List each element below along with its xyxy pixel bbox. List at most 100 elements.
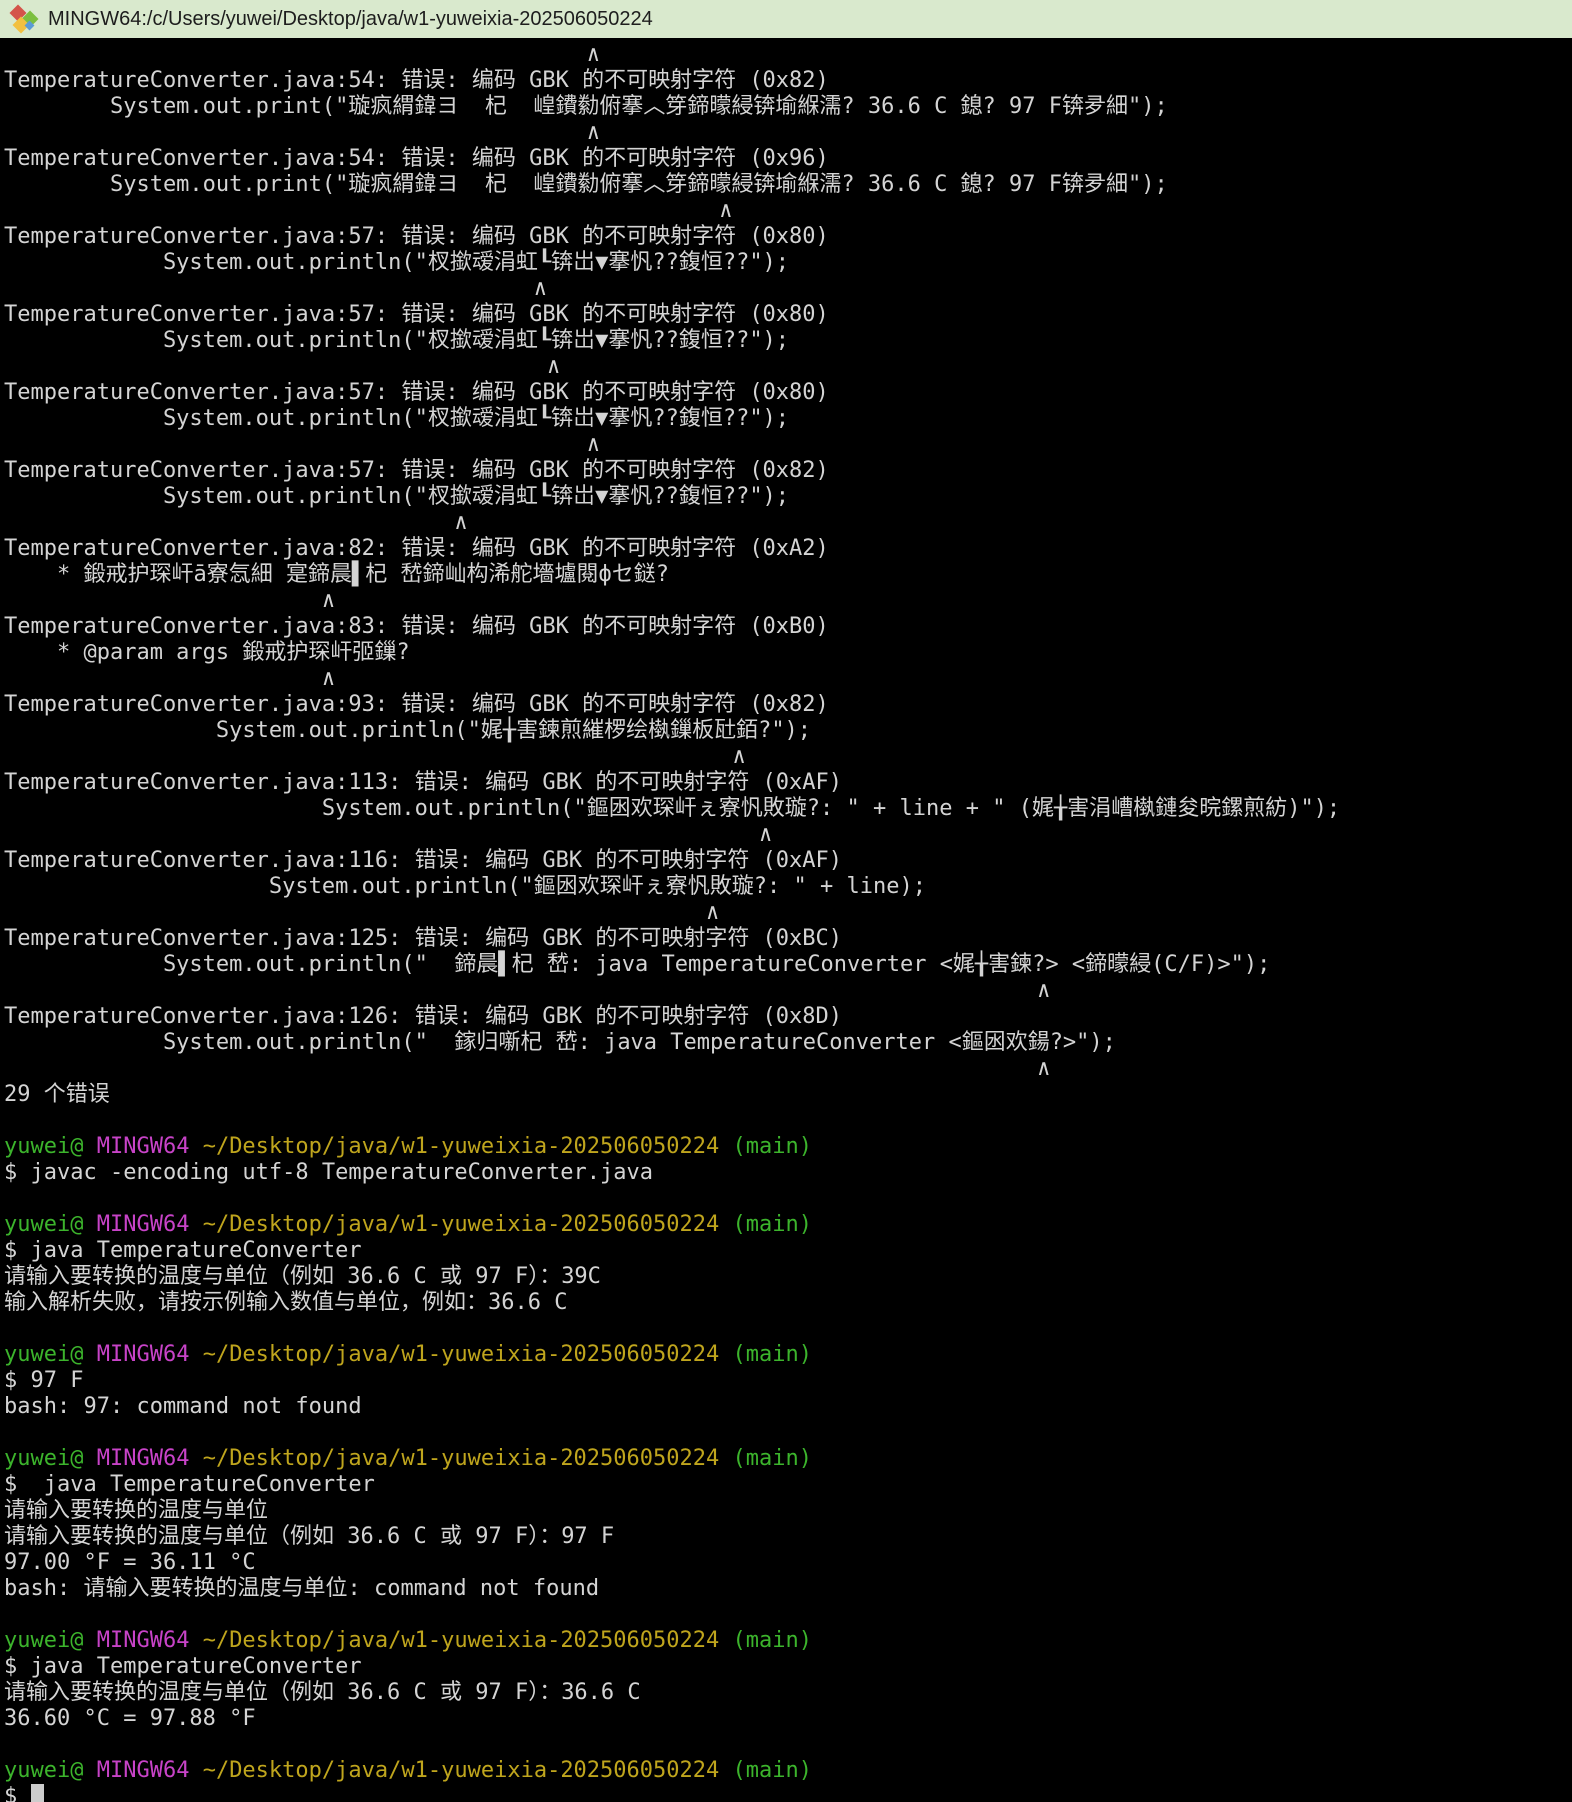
terminal-line: TemperatureConverter.java:125: 错误: 编码 GB… bbox=[4, 926, 1570, 952]
terminal-line: System.out.println("鏂囦欢琛屽ぇ寮忛敗璇?: " + lin… bbox=[4, 796, 1570, 822]
terminal-line: $ java TemperatureConverter bbox=[4, 1238, 1570, 1264]
terminal-text: (main) bbox=[719, 1446, 812, 1471]
terminal-line: TemperatureConverter.java:54: 错误: 编码 GBK… bbox=[4, 68, 1570, 94]
terminal-text: TemperatureConverter.java:126: 错误: 编码 GB… bbox=[4, 1004, 842, 1029]
terminal-text: 请输入要转换的温度与单位（例如 36.6 C 或 97 F）：39C bbox=[4, 1264, 601, 1289]
terminal-text: System.out.println("娓╁害鍊煎繀椤绘槸鏁板瓧銆?"); bbox=[4, 718, 811, 743]
terminal-line: * 鍛戒护琛屽ā寮忥細 寔鍗晨▌杞 嵆鍗屾构浠舵墻壚閱фセ鎹? bbox=[4, 562, 1570, 588]
terminal-line bbox=[4, 1316, 1570, 1342]
terminal-text: ∧ bbox=[4, 822, 772, 847]
terminal-line: ∧ bbox=[4, 198, 1570, 224]
terminal-line: ∧ bbox=[4, 978, 1570, 1004]
title-bar[interactable]: MINGW64:/c/Users/yuwei/Desktop/java/w1-y… bbox=[0, 0, 1572, 38]
terminal-text: System.out.println(" 鎵归噺杞 嵆: java Temper… bbox=[4, 1030, 1116, 1055]
terminal-output[interactable]: ∧TemperatureConverter.java:54: 错误: 编码 GB… bbox=[0, 38, 1572, 1802]
terminal-text: ∧ bbox=[4, 276, 547, 301]
terminal-line: System.out.print("璇疯緭鍏ヨ 杞 崲鐨勬俯搴︿笌鍗曚綅锛堬緥濡… bbox=[4, 172, 1570, 198]
terminal-text: TemperatureConverter.java:57: 错误: 编码 GBK… bbox=[4, 302, 829, 327]
terminal-line: $ java TemperatureConverter bbox=[4, 1654, 1570, 1680]
terminal-text: System.out.println("鏂囦欢琛屽ぇ寮忛敗璇?: " + lin… bbox=[4, 874, 926, 899]
terminal-line: ∧ bbox=[4, 42, 1570, 68]
terminal-text: TemperatureConverter.java:57: 错误: 编码 GBK… bbox=[4, 458, 829, 483]
terminal-line: TemperatureConverter.java:126: 错误: 编码 GB… bbox=[4, 1004, 1570, 1030]
terminal-line: TemperatureConverter.java:57: 错误: 编码 GBK… bbox=[4, 458, 1570, 484]
terminal-text: yuwei@ bbox=[4, 1134, 83, 1159]
terminal-line: ∧ bbox=[4, 354, 1570, 380]
terminal-line: ∧ bbox=[4, 822, 1570, 848]
terminal-line: * @param args 鍛戒护琛屽弬鏁? bbox=[4, 640, 1570, 666]
terminal-line: $ java TemperatureConverter bbox=[4, 1472, 1570, 1498]
terminal-text: System.out.print("璇疯緭鍏ヨ 杞 崲鐨勬俯搴︿笌鍗曚綅锛堬緥濡… bbox=[4, 94, 1168, 119]
terminal-line: ∧ bbox=[4, 432, 1570, 458]
terminal-line: TemperatureConverter.java:57: 错误: 编码 GBK… bbox=[4, 224, 1570, 250]
terminal-text: ~/Desktop/java/w1-yuweixia-202506050224 bbox=[189, 1134, 719, 1159]
terminal-line: System.out.println(" 鎵归噺杞 嵆: java Temper… bbox=[4, 1030, 1570, 1056]
terminal-line: 请输入要转换的温度与单位（例如 36.6 C 或 97 F）：36.6 C bbox=[4, 1680, 1570, 1706]
terminal-text: ∧ bbox=[4, 744, 746, 769]
terminal-line: ∧ bbox=[4, 1056, 1570, 1082]
terminal-text: MINGW64 bbox=[83, 1446, 189, 1471]
terminal-text: ~/Desktop/java/w1-yuweixia-202506050224 bbox=[189, 1212, 719, 1237]
terminal-text: ∧ bbox=[4, 510, 468, 535]
terminal-text: 输入解析失败，请按示例输入数值与单位，例如：36.6 C bbox=[4, 1290, 567, 1315]
terminal-line bbox=[4, 1420, 1570, 1446]
terminal-window: MINGW64:/c/Users/yuwei/Desktop/java/w1-y… bbox=[0, 0, 1572, 1802]
terminal-text: System.out.println(" 鍗晨▌杞 嵆: java Temper… bbox=[4, 952, 1270, 977]
terminal-line: System.out.println("杈撳叆涓虹┖锛岀▼搴忛??鍑恒??"); bbox=[4, 406, 1570, 432]
terminal-text: TemperatureConverter.java:82: 错误: 编码 GBK… bbox=[4, 536, 829, 561]
terminal-text: $ 97 F bbox=[4, 1368, 83, 1393]
terminal-line: 请输入要转换的温度与单位（例如 36.6 C 或 97 F）：39C bbox=[4, 1264, 1570, 1290]
terminal-text: MINGW64 bbox=[83, 1212, 189, 1237]
terminal-line: ∧ bbox=[4, 510, 1570, 536]
terminal-text: (main) bbox=[719, 1758, 812, 1783]
terminal-text: $ java TemperatureConverter bbox=[4, 1654, 362, 1679]
terminal-line: TemperatureConverter.java:93: 错误: 编码 GBK… bbox=[4, 692, 1570, 718]
terminal-line: System.out.print("璇疯緭鍏ヨ 杞 崲鐨勬俯搴︿笌鍗曚綅锛堬緥濡… bbox=[4, 94, 1570, 120]
terminal-line: TemperatureConverter.java:82: 错误: 编码 GBK… bbox=[4, 536, 1570, 562]
terminal-text: 请输入要转换的温度与单位（例如 36.6 C 或 97 F）：36.6 C bbox=[4, 1680, 641, 1705]
terminal-text: MINGW64 bbox=[83, 1134, 189, 1159]
terminal-line: TemperatureConverter.java:116: 错误: 编码 GB… bbox=[4, 848, 1570, 874]
terminal-text: System.out.println("杈撳叆涓虹┖锛岀▼搴忛??鍑恒??"); bbox=[4, 250, 789, 275]
terminal-text: ∧ bbox=[4, 354, 560, 379]
terminal-text: yuwei@ bbox=[4, 1342, 83, 1367]
terminal-text: ~/Desktop/java/w1-yuweixia-202506050224 bbox=[189, 1628, 719, 1653]
terminal-text: 请输入要转换的温度与单位（例如 36.6 C 或 97 F）：97 F bbox=[4, 1524, 614, 1549]
terminal-text: ∧ bbox=[4, 198, 732, 223]
terminal-line: ∧ bbox=[4, 276, 1570, 302]
terminal-text: ~/Desktop/java/w1-yuweixia-202506050224 bbox=[189, 1446, 719, 1471]
terminal-cursor bbox=[31, 1784, 44, 1802]
terminal-text: * @param args 鍛戒护琛屽弬鏁? bbox=[4, 640, 410, 665]
terminal-line: $ bbox=[4, 1784, 1570, 1802]
terminal-line: 请输入要转换的温度与单位（例如 36.6 C 或 97 F）：97 F bbox=[4, 1524, 1570, 1550]
terminal-text: $ bbox=[4, 1784, 31, 1802]
terminal-line: yuwei@ MINGW64 ~/Desktop/java/w1-yuweixi… bbox=[4, 1212, 1570, 1238]
terminal-line: TemperatureConverter.java:57: 错误: 编码 GBK… bbox=[4, 302, 1570, 328]
terminal-text: yuwei@ bbox=[4, 1212, 83, 1237]
terminal-text: * 鍛戒护琛屽ā寮忥細 寔鍗晨▌杞 嵆鍗屾构浠舵墻壚閱фセ鎹? bbox=[4, 562, 669, 587]
terminal-text: yuwei@ bbox=[4, 1446, 83, 1471]
terminal-text: ~/Desktop/java/w1-yuweixia-202506050224 bbox=[189, 1342, 719, 1367]
terminal-text: TemperatureConverter.java:54: 错误: 编码 GBK… bbox=[4, 146, 829, 171]
terminal-line: ∧ bbox=[4, 588, 1570, 614]
terminal-line bbox=[4, 1108, 1570, 1134]
terminal-text: System.out.println("鏂囦欢琛屽ぇ寮忛敗璇?: " + lin… bbox=[4, 796, 1340, 821]
terminal-line: $ 97 F bbox=[4, 1368, 1570, 1394]
terminal-text: $ java TemperatureConverter bbox=[4, 1238, 362, 1263]
terminal-text: yuwei@ bbox=[4, 1758, 83, 1783]
terminal-line: System.out.println(" 鍗晨▌杞 嵆: java Temper… bbox=[4, 952, 1570, 978]
terminal-line: 97.00 °F = 36.11 °C bbox=[4, 1550, 1570, 1576]
terminal-line: ∧ bbox=[4, 666, 1570, 692]
terminal-text: bash: 97: command not found bbox=[4, 1394, 362, 1419]
terminal-line: yuwei@ MINGW64 ~/Desktop/java/w1-yuweixi… bbox=[4, 1628, 1570, 1654]
terminal-line: 输入解析失败，请按示例输入数值与单位，例如：36.6 C bbox=[4, 1290, 1570, 1316]
terminal-line: System.out.println("娓╁害鍊煎繀椤绘槸鏁板瓧銆?"); bbox=[4, 718, 1570, 744]
terminal-text: TemperatureConverter.java:57: 错误: 编码 GBK… bbox=[4, 380, 829, 405]
terminal-text: (main) bbox=[719, 1212, 812, 1237]
terminal-text: bash: 请输入要转换的温度与单位: command not found bbox=[4, 1576, 599, 1601]
mingw64-icon bbox=[10, 5, 38, 33]
terminal-text: ∧ bbox=[4, 432, 600, 457]
terminal-line: TemperatureConverter.java:57: 错误: 编码 GBK… bbox=[4, 380, 1570, 406]
terminal-line bbox=[4, 1602, 1570, 1628]
terminal-text: TemperatureConverter.java:113: 错误: 编码 GB… bbox=[4, 770, 842, 795]
